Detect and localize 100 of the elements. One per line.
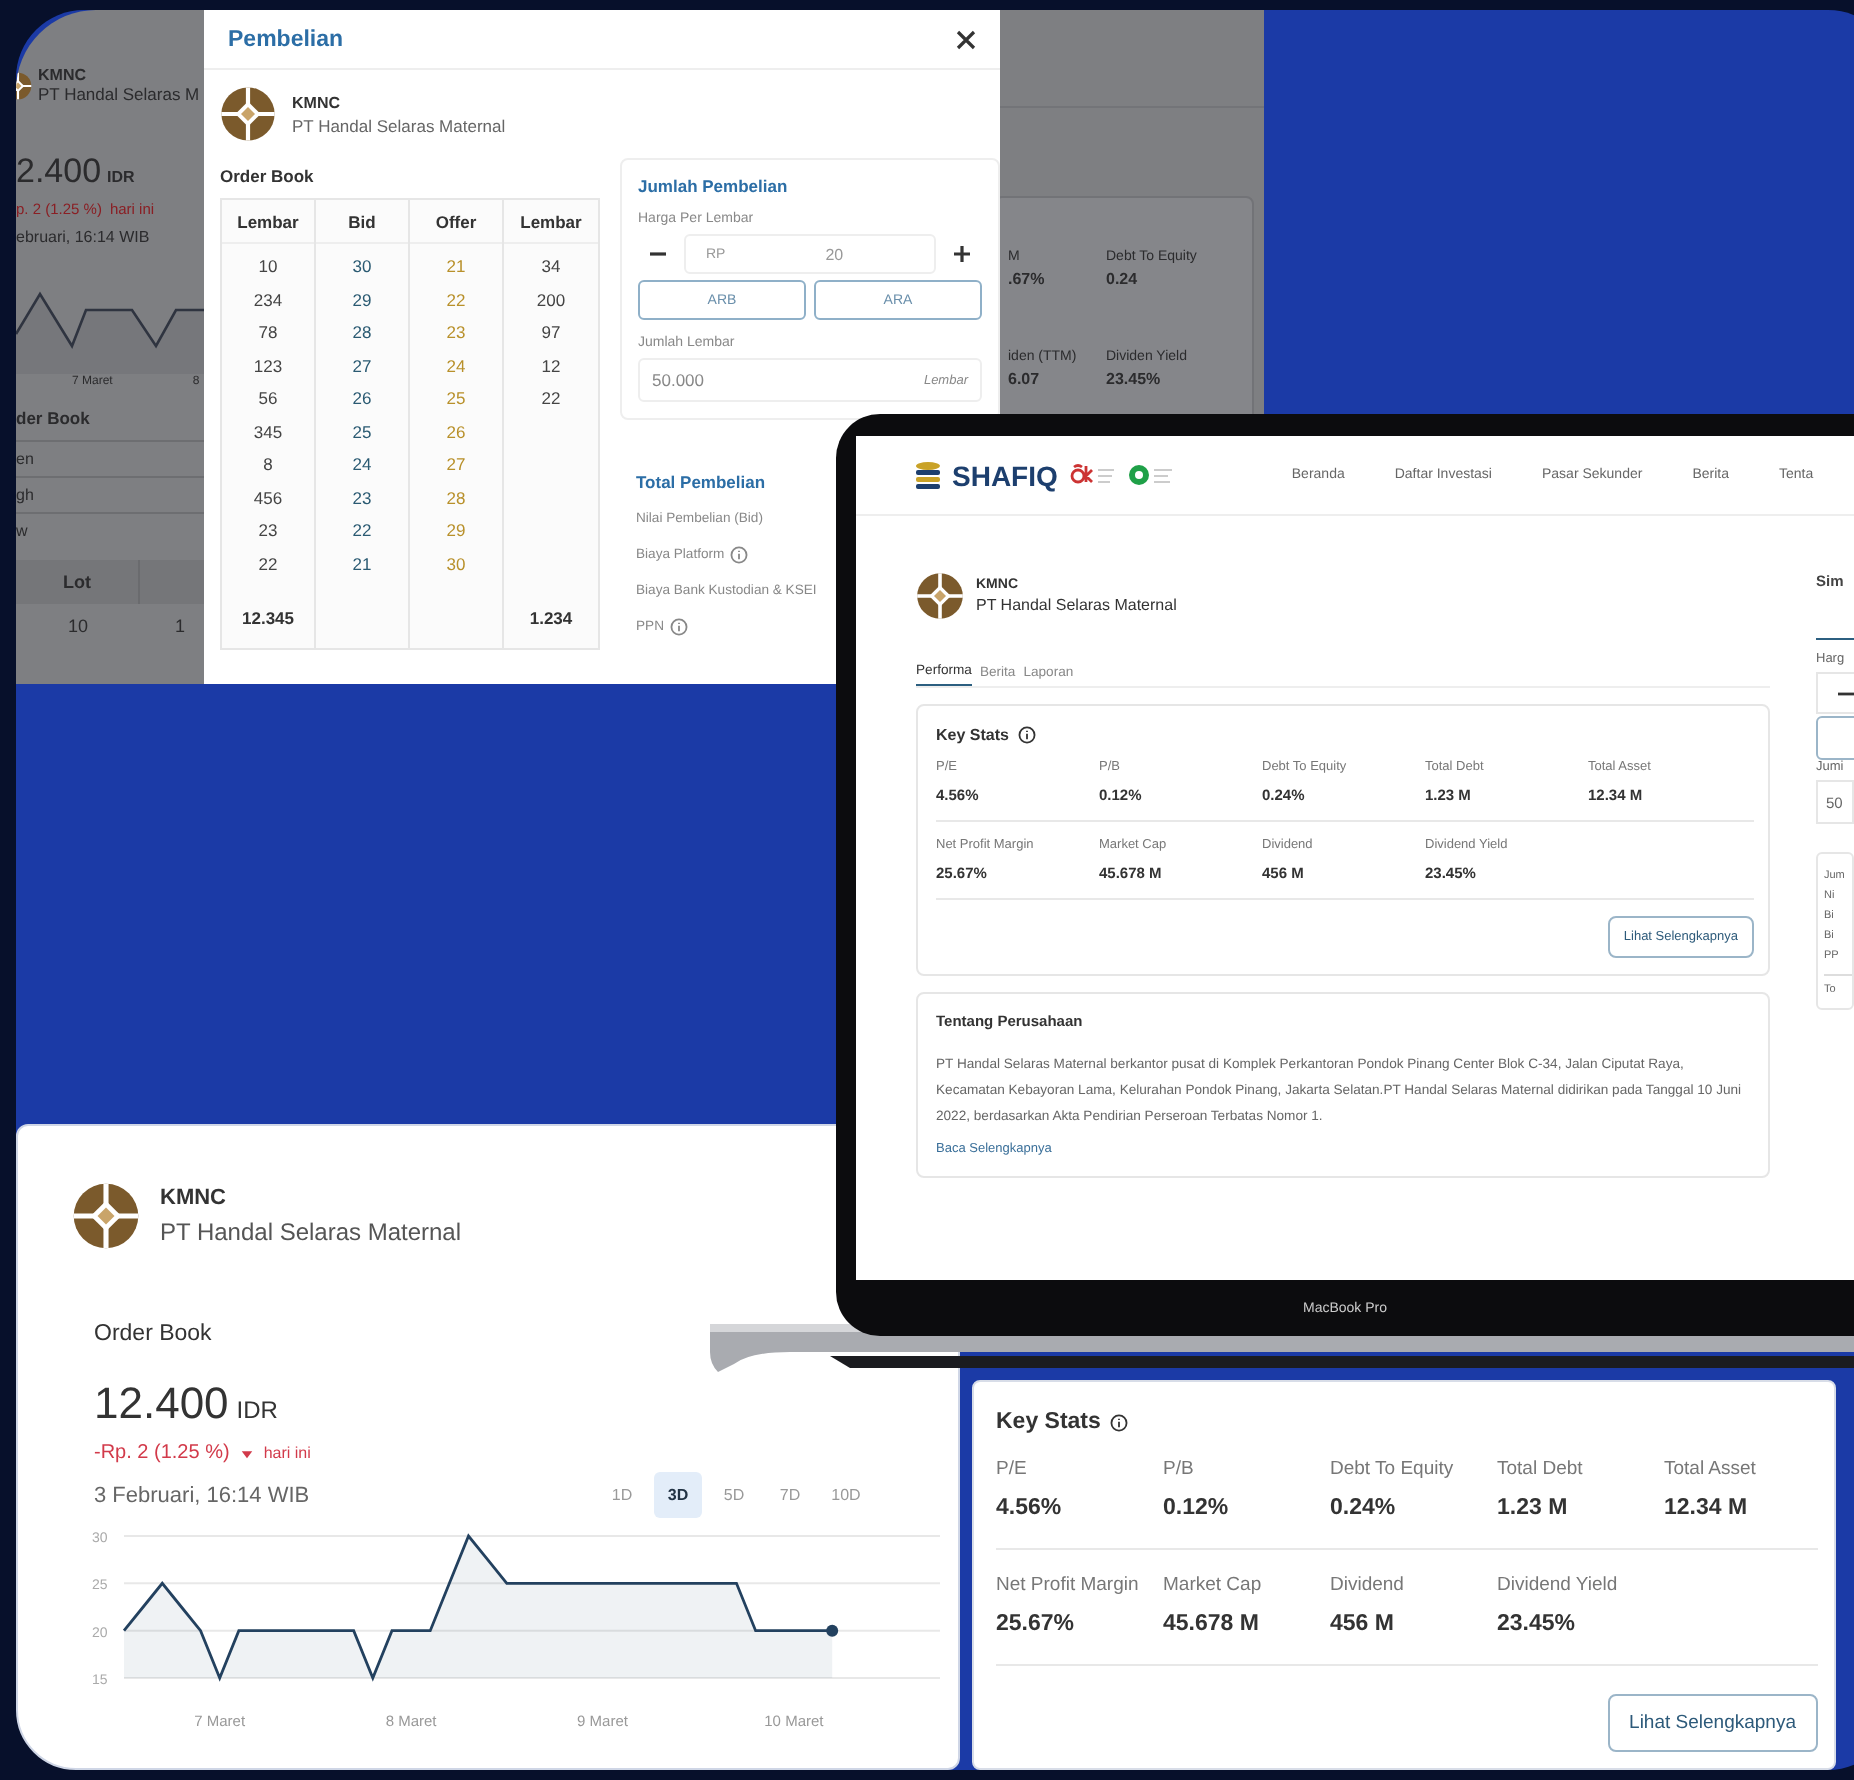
table-cell-text: 234 bbox=[253, 289, 283, 313]
card-title: Jumlah Pembelian bbox=[638, 176, 788, 196]
info-icon bbox=[1018, 726, 1037, 744]
table-cell-text: 22 bbox=[258, 553, 278, 577]
stat-label: Net Profit Margin bbox=[996, 1574, 1141, 1596]
stat-value: 23.45% bbox=[1106, 369, 1163, 387]
stat-value: 0.24 bbox=[1106, 270, 1140, 288]
table-cell-text: 29 bbox=[446, 520, 466, 544]
stat-label: Debt To Equity bbox=[1330, 1458, 1456, 1480]
stat-label: P/B bbox=[1163, 1458, 1196, 1480]
table-cell-text: 345 bbox=[253, 421, 283, 445]
certification-logo-icon bbox=[1127, 464, 1176, 486]
table-cell-text: 28 bbox=[446, 487, 466, 511]
currency: IDR bbox=[107, 168, 135, 186]
stat-value: 0.24% bbox=[1330, 1496, 1398, 1520]
range-tab[interactable]: 10D bbox=[822, 1472, 870, 1518]
table-cell-text: 78 bbox=[258, 322, 278, 346]
ticker: KMNC bbox=[160, 1186, 228, 1210]
table-cell-text: 23 bbox=[352, 487, 372, 511]
table-cell-text: 22 bbox=[352, 520, 372, 544]
company-logo-icon bbox=[72, 1182, 140, 1250]
table-cell-text: 12 bbox=[541, 355, 561, 379]
company-logo-icon bbox=[220, 86, 276, 142]
section-title: der Book bbox=[16, 408, 92, 428]
company-name: PT Handal Selaras Maternal bbox=[976, 596, 1177, 614]
stat-label: Total Debt bbox=[1497, 1458, 1585, 1480]
stat-value: 1.23 M bbox=[1497, 1496, 1570, 1520]
stat-label: P/E bbox=[996, 1458, 1029, 1480]
table-cell-text: 29 bbox=[352, 289, 372, 313]
stat-value: 12.34 M bbox=[1664, 1496, 1750, 1520]
column-header: Offer bbox=[410, 200, 502, 244]
table-cell-text: 25 bbox=[352, 421, 372, 445]
close-icon[interactable] bbox=[956, 29, 976, 49]
section-title: Order Book bbox=[220, 166, 316, 186]
brand-name: SHAFIQ bbox=[952, 459, 1058, 491]
table-cell-text: 1 bbox=[172, 614, 187, 640]
table-cell-text: 10 bbox=[65, 614, 90, 640]
see-more-button[interactable]: Lihat Selengkapnya bbox=[1607, 1694, 1818, 1752]
company-logo-icon bbox=[916, 572, 964, 620]
stat-label: Dividend bbox=[1330, 1574, 1406, 1596]
table-cell-text: 25 bbox=[446, 388, 466, 412]
table-cell-text: 56 bbox=[258, 388, 278, 412]
table-cell-text: 10 bbox=[258, 256, 278, 280]
table-cell-text: 456 bbox=[253, 487, 283, 511]
row-label: en bbox=[16, 450, 34, 468]
modal-title: Pembelian bbox=[228, 27, 344, 51]
table-cell-text: 26 bbox=[352, 388, 372, 412]
table-cell-text: 26 bbox=[446, 421, 466, 445]
coin-stack-icon bbox=[912, 459, 944, 491]
table-cell-text: 8 bbox=[263, 454, 273, 478]
card-title: Total Pembelian bbox=[636, 472, 766, 492]
change-note: hari ini bbox=[263, 1444, 311, 1462]
stat-value: .67% bbox=[1008, 270, 1047, 288]
table-cell-text: 27 bbox=[352, 355, 372, 379]
table-cell-text: 97 bbox=[541, 322, 561, 346]
end-point-marker bbox=[826, 1624, 839, 1637]
card-title: Key Stats bbox=[996, 1410, 1101, 1434]
range-tab[interactable]: 3D bbox=[654, 1472, 702, 1518]
total-cell-text: 12.345 bbox=[242, 606, 294, 632]
stat-label: Total Asset bbox=[1664, 1458, 1758, 1480]
stat-value: 0.12% bbox=[1163, 1496, 1231, 1520]
table-cell-text: 21 bbox=[352, 553, 372, 577]
quantity-value: 50.000 bbox=[652, 370, 704, 390]
stat-value: 23.45% bbox=[1497, 1612, 1578, 1636]
ticker: KMNC bbox=[38, 66, 88, 84]
table-cell-text: 23 bbox=[258, 520, 278, 544]
stat-label: Market Cap bbox=[1163, 1574, 1264, 1596]
stat-value: 45.678 M bbox=[1163, 1612, 1261, 1636]
table-cell-text: 30 bbox=[446, 553, 466, 577]
table-cell-text: 27 bbox=[446, 454, 466, 478]
table-cell-text: 123 bbox=[253, 355, 283, 379]
stat-value: 6.07 bbox=[1008, 369, 1042, 387]
company-name: PT Handal Selaras Maternal bbox=[292, 115, 506, 135]
column-header: Lembar bbox=[222, 200, 314, 244]
table-cell-text: 24 bbox=[446, 355, 466, 379]
timestamp: ebruari, 16:14 WIB bbox=[16, 228, 152, 246]
info-icon bbox=[1110, 1413, 1129, 1431]
stat-value: 25.67% bbox=[996, 1612, 1077, 1636]
row-label: gh bbox=[16, 486, 34, 504]
currency: IDR bbox=[236, 1396, 278, 1424]
table-cell-text: 24 bbox=[352, 454, 372, 478]
table-cell-text: 23 bbox=[446, 322, 466, 346]
row-label: w bbox=[16, 522, 28, 540]
price-change: -Rp. 2 (1.25 %) bbox=[94, 1442, 230, 1464]
table-cell-text: 21 bbox=[446, 256, 466, 280]
range-tab[interactable]: 7D bbox=[766, 1472, 814, 1518]
regulator-logo-icon bbox=[1069, 464, 1118, 486]
down-arrow-icon bbox=[239, 1446, 254, 1460]
table-cell-text: 22 bbox=[446, 289, 466, 313]
table-cell-text: 200 bbox=[536, 289, 566, 313]
table-header-cell: Lot bbox=[16, 560, 140, 604]
price: 12.400 bbox=[94, 1378, 229, 1430]
ticker: KMNC bbox=[292, 93, 342, 111]
price: 2.400 bbox=[16, 152, 102, 192]
plus-icon[interactable] bbox=[952, 244, 972, 264]
table-cell-text: 28 bbox=[352, 322, 372, 346]
column-header: Lembar bbox=[504, 200, 598, 244]
stat-value: 456 M bbox=[1330, 1612, 1396, 1636]
table-cell-text: 30 bbox=[352, 256, 372, 280]
company-name: PT Handal Selaras M bbox=[38, 84, 200, 104]
